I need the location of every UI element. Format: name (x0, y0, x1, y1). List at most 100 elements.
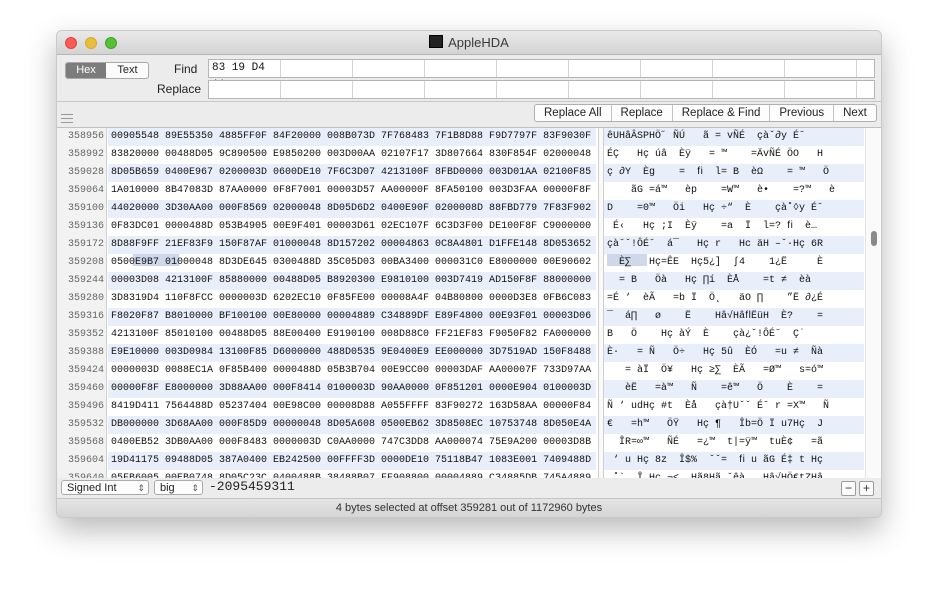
find-field-value[interactable]: 83 19 D4 11 (209, 60, 281, 91)
table-row[interactable]: 359064 1A010000 8B47083D 87AA0000 0F8F700… (57, 182, 881, 200)
row-hex-bytes[interactable]: 00000F8F E8000000 3D88AA00 000F8414 0100… (108, 380, 596, 398)
table-row[interactable]: 359388 E9E10000 003D0984 13100F85 D600000… (57, 344, 881, 362)
row-ascii-text[interactable]: È· = Ñ Ö÷ Hç 5û ÈÓ =u ≠ Ñà (604, 344, 864, 362)
next-button[interactable]: Next (834, 105, 876, 121)
row-ascii-text[interactable]: ¯ á∏ ø Ë Hâ√HâﬂËüH È? = (604, 308, 864, 326)
resize-grip-icon[interactable] (61, 114, 73, 123)
remove-inspector-button[interactable]: − (841, 481, 856, 496)
row-ascii-text[interactable]: çà˘ˇ!ÔÉ˘ á¯ Hç r Hc äH –ˇ·Hç 6R (604, 236, 864, 254)
add-inspector-button[interactable]: + (859, 481, 874, 496)
table-row[interactable]: 359460 00000F8F E8000000 3D88AA00 000F841… (57, 380, 881, 398)
hex-text-toggle[interactable]: Hex Text (65, 62, 149, 79)
dropdown-arrow-icon: ⇕ (137, 483, 145, 493)
row-ascii-text[interactable]: ãG =á™ èp =W™ è• =?™ è (604, 182, 864, 200)
row-hex-bytes[interactable]: 4213100F 85010100 00488D05 88E00400 E919… (108, 326, 596, 344)
row-ascii-text[interactable]: É‹ Hç ;I Èÿ =a Ï l=? ﬁ è… (604, 218, 864, 236)
row-ascii-text[interactable]: D =0™ Öi Hç ÷“ È çà˚◊y É˘ (604, 200, 864, 218)
vertical-scrollbar[interactable] (865, 128, 881, 478)
row-offset: 359172 (67, 239, 104, 250)
row-offset: 359424 (67, 365, 104, 376)
row-offset: 358956 (67, 131, 104, 142)
row-hex-bytes[interactable]: 0400EB52 3DB0AA00 000F8483 0000003D C0AA… (108, 434, 596, 452)
row-hex-bytes[interactable]: 3D8319D4 110F8FCC 0000003D 6202EC10 0F85… (108, 290, 596, 308)
selection-status-bar: 4 bytes selected at offset 359281 out of… (57, 498, 881, 517)
row-hex-bytes[interactable]: 83820000 00488D05 9C890500 E9850200 003D… (108, 146, 596, 164)
row-hex-bytes[interactable]: 00905548 89E55350 4885FF0F 84F20000 008B… (108, 128, 596, 146)
window-title-text: AppleHDA (448, 35, 509, 50)
table-row[interactable]: 359208 0500E9B7 01000048 8D3DE645 0300488… (57, 254, 881, 272)
row-hex-bytes[interactable]: 0500E9B7 01000048 8D3DE645 0300488D 35C0… (108, 254, 596, 272)
table-row[interactable]: 359316 F8020F87 B8010000 BF100100 00E8000… (57, 308, 881, 326)
row-ascii-text[interactable]: êUHâÂSPHÖ˝ ÑÚ ã = vÑÉ çàˇ∂y É˘ (604, 128, 864, 146)
row-ascii-text[interactable]: ç ∂Y Èg = ﬁ l= B èΩ = ™ Ö (604, 164, 864, 182)
selection-info-text: 4 bytes selected at offset 359281 out of… (335, 502, 603, 514)
previous-button[interactable]: Previous (770, 105, 835, 121)
row-hex-bytes[interactable]: 44020000 3D30AA00 000F8569 02000048 8D05… (108, 200, 596, 218)
row-hex-bytes[interactable]: 0000003D 0088EC1A 0F85B400 0000488D 05B3… (108, 362, 596, 380)
table-row[interactable]: 359028 8D05B659 0400E967 0200003D 0600DE1… (57, 164, 881, 182)
window-title: AppleHDA (57, 35, 881, 50)
row-ascii-text[interactable]: èË =à™ Ñ =ê™ Ö È = (604, 380, 864, 398)
find-field[interactable]: 83 19 D4 11 (208, 59, 875, 91)
row-hex-bytes[interactable]: 8D05B659 0400E967 0200003D 0600DE10 7F6C… (108, 164, 596, 182)
replace-field-value[interactable] (209, 81, 281, 98)
endianness-dropdown[interactable]: big ⇕ (154, 480, 203, 495)
table-row[interactable]: 358992 83820000 00488D05 9C890500 E985020… (57, 146, 881, 164)
title-bar[interactable]: AppleHDA (57, 31, 881, 55)
row-ascii-text[interactable]: = B Öà Hç ∏í ÈÅ =t ≠ èà (604, 272, 864, 290)
row-offset: 358992 (67, 149, 104, 160)
table-row[interactable]: 359172 8D88F9FF 21EF83F9 150F87AF 0100004… (57, 236, 881, 254)
endianness-value: big (160, 482, 175, 494)
column-divider[interactable] (598, 128, 604, 478)
row-ascii-text[interactable]: ÉÇ Hç úâ Èÿ = ™ =ÄvÑÉ ÖO H (604, 146, 864, 164)
table-row[interactable]: 359244 00003D08 4213100F 85880000 00488D0… (57, 272, 881, 290)
table-row[interactable]: 359604 19D41175 09488D05 387A0400 EB24250… (57, 452, 881, 470)
row-ascii-text[interactable]: ‘ u Hç 8z Î$% ˇˇ= ﬁ u ãG É‡ t Hç (604, 452, 864, 470)
row-ascii-text[interactable]: = àÏ Ö¥ Hç ≥∑ ÈÃ =Ø™ s=ó™ (604, 362, 864, 380)
row-offset: 359352 (67, 329, 104, 340)
replace-field[interactable] (208, 80, 875, 99)
inspector-value[interactable]: -2095459311 (209, 479, 295, 494)
table-row[interactable]: 359280 3D8319D4 110F8FCC 0000003D 6202EC1… (57, 290, 881, 308)
table-row[interactable]: 359352 4213100F 85010100 00488D05 88E0040… (57, 326, 881, 344)
hex-editor-view[interactable]: 358956 00905548 89E55350 4885FF0F 84F2000… (57, 127, 881, 479)
row-hex-bytes[interactable]: DB000000 3D68AA00 000F85D9 00000048 8D05… (108, 416, 596, 434)
row-offset: 359532 (67, 419, 104, 430)
row-ascii-text[interactable]: B Ö Hç àÝ È çà¿ˇ!ÔÉ˘ Ç˙ (604, 326, 864, 344)
row-hex-bytes[interactable]: 00003D08 4213100F 85880000 00488D05 B892… (108, 272, 596, 290)
table-row[interactable]: 359568 0400EB52 3DB0AA00 000F8483 0000003… (57, 434, 881, 452)
table-row[interactable]: 359424 0000003D 0088EC1A 0F85B400 0000488… (57, 362, 881, 380)
row-ascii-text[interactable]: ÎR=∞™ ÑÉ =¿™ t|=ÿ™ tuÈ¢ =ã (604, 434, 864, 452)
row-ascii-text[interactable]: Ñ ‘ udHç #t Èå çà†Uˇˇ É˘ r =X™ Ñ (604, 398, 864, 416)
row-hex-bytes[interactable]: 0F83DC01 0000488D 053B4905 00E9F401 0000… (108, 218, 596, 236)
scrollbar-thumb[interactable] (871, 231, 877, 246)
row-hex-bytes[interactable]: 19D41175 09488D05 387A0400 EB242500 00FF… (108, 452, 596, 470)
table-row[interactable]: 358956 00905548 89E55350 4885FF0F 84F2000… (57, 128, 881, 146)
app-window: AppleHDA Hex Text Find 83 19 D4 11 Repla… (56, 30, 882, 518)
row-ascii-text[interactable]: € =h™ ÖŸ Hç ¶ Îb=Ö Ï u7Hç J (604, 416, 864, 434)
row-hex-bytes[interactable]: 1A010000 8B47083D 87AA0000 0F8F7001 0000… (108, 182, 596, 200)
find-button-group: Replace All Replace Replace & Find Previ… (534, 104, 877, 122)
row-hex-bytes[interactable]: E9E10000 003D0984 13100F85 D6000000 488D… (108, 344, 596, 362)
table-row[interactable]: 359532 DB000000 3D68AA00 000F85D9 0000004… (57, 416, 881, 434)
table-row[interactable]: 359496 8419D411 7564488D 05237404 00E98C0… (57, 398, 881, 416)
replace-all-button[interactable]: Replace All (535, 105, 612, 121)
find-actions-toolbar: Replace All Replace Replace & Find Previ… (57, 102, 881, 124)
text-mode-button[interactable]: Text (107, 63, 148, 78)
hex-mode-button[interactable]: Hex (66, 63, 106, 78)
replace-button[interactable]: Replace (612, 105, 673, 121)
row-ascii-text[interactable]: È∑ Hç=ÊE Hç5¿] ∫4 1¿Ë È (604, 254, 864, 272)
row-offset: 359496 (67, 401, 104, 412)
row-offset: 359604 (67, 455, 104, 466)
replace-label: Replace (157, 82, 202, 96)
document-icon (429, 35, 444, 48)
replace-and-find-button[interactable]: Replace & Find (673, 105, 771, 121)
row-hex-bytes[interactable]: F8020F87 B8010000 BF100100 00E80000 0000… (108, 308, 596, 326)
table-row[interactable]: 359136 0F83DC01 0000488D 053B4905 00E9F40… (57, 218, 881, 236)
table-row[interactable]: 359100 44020000 3D30AA00 000F8569 0200004… (57, 200, 881, 218)
row-ascii-text[interactable]: =É ‘ èÃ =b Ï Ö˛ äO ∏ ”Ë ∂¿É (604, 290, 864, 308)
row-offset: 359100 (67, 203, 104, 214)
row-hex-bytes[interactable]: 8419D411 7564488D 05237404 00E98C00 0000… (108, 398, 596, 416)
data-type-dropdown[interactable]: Signed Int ⇕ (61, 480, 149, 495)
row-hex-bytes[interactable]: 8D88F9FF 21EF83F9 150F87AF 01000048 8D15… (108, 236, 596, 254)
